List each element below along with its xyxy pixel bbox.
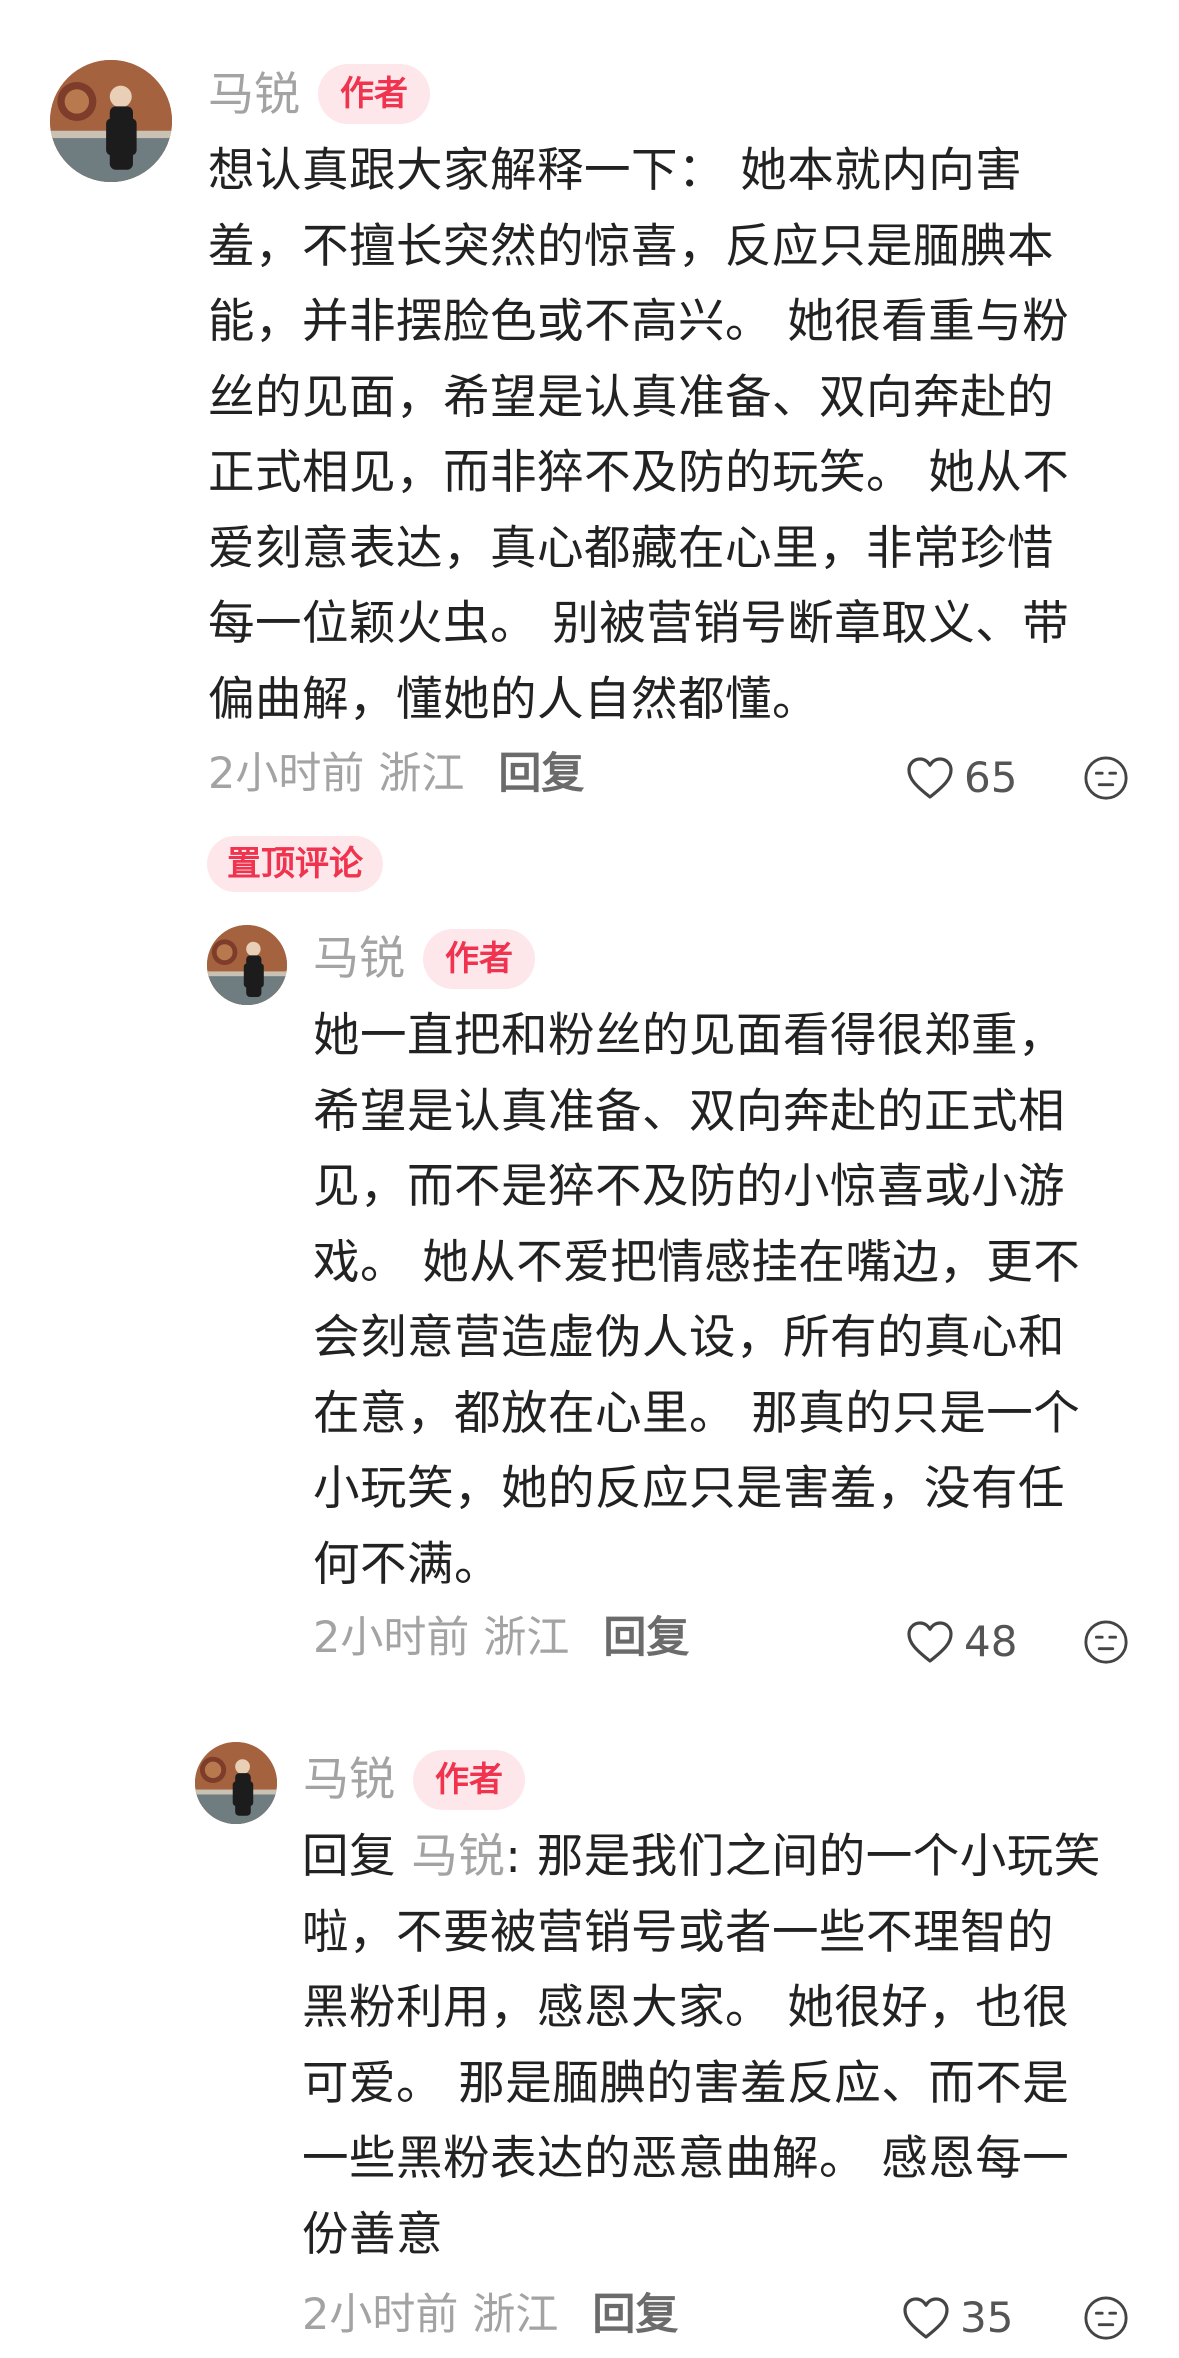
comment-text-rest: 啦，不要被营销号或者一些不理智的 黑粉利用，感恩大家。 她很好，也很 可爱。 那…	[302, 1904, 1070, 2261]
reply-to-user[interactable]: 马锐	[411, 1829, 505, 1883]
author-name[interactable]: 马锐	[208, 66, 300, 122]
avatar-photo	[195, 1742, 277, 1824]
author-badge: 作者	[423, 929, 535, 989]
avatar[interactable]	[50, 60, 172, 182]
comment-location: 浙江	[378, 749, 465, 799]
comment-text: 她一直把和粉丝的见面看得很郑重， 希望是认真准备、双向奔赴的正式相 见，而不是猝…	[313, 1008, 1081, 1591]
emoji-reaction-button[interactable]	[1083, 1619, 1129, 1665]
reply-button[interactable]: 回复	[498, 749, 584, 799]
avatar[interactable]	[207, 925, 287, 1005]
meh-face-icon	[1084, 756, 1128, 800]
comment-location: 浙江	[472, 2290, 559, 2340]
heart-outline-icon	[907, 1621, 953, 1663]
author-badge: 作者	[413, 1750, 525, 1810]
comment-time: 2小时前	[313, 1613, 470, 1663]
reply-prefix: 回复	[302, 1829, 396, 1883]
author-name[interactable]: 马锐	[313, 930, 405, 986]
meh-face-icon	[1084, 2296, 1128, 2340]
avatar-photo	[50, 60, 172, 182]
heart-outline-icon	[903, 2297, 949, 2339]
author-name[interactable]: 马锐	[303, 1751, 395, 1807]
like-button[interactable]: 65	[906, 750, 1017, 806]
emoji-reaction-button[interactable]	[1083, 755, 1129, 801]
reply-button[interactable]: 回复	[592, 2290, 678, 2340]
like-button[interactable]: 35	[902, 2290, 1013, 2346]
emoji-reaction-button[interactable]	[1083, 2295, 1129, 2341]
avatar[interactable]	[195, 1742, 277, 1824]
like-count: 35	[960, 2293, 1014, 2342]
comment-text-first-line: : 那是我们之间的一个小玩笑	[505, 1829, 1101, 1883]
comment-text: 想认真跟大家解释一下： 她本就内向害 羞，不擅长突然的惊喜，反应只是腼腆本 能，…	[208, 143, 1070, 726]
pinned-comment-tag: 置顶评论	[207, 836, 383, 892]
like-count: 48	[964, 1617, 1018, 1666]
comment-meta: 2小时前 浙江 回复	[208, 746, 584, 802]
reply-button[interactable]: 回复	[603, 1613, 689, 1663]
comment-text: 回复 马锐: 那是我们之间的一个小玩笑 啦，不要被营销号或者一些不理智的 黑粉利…	[302, 1819, 1172, 2272]
comment-location: 浙江	[483, 1613, 570, 1663]
like-button[interactable]: 48	[906, 1614, 1017, 1670]
comment-meta: 2小时前 浙江 回复	[302, 2287, 678, 2343]
meh-face-icon	[1084, 1620, 1128, 1664]
avatar-photo	[207, 925, 287, 1005]
comment-time: 2小时前	[302, 2290, 459, 2340]
heart-outline-icon	[907, 757, 953, 799]
author-badge: 作者	[318, 64, 430, 124]
comment-time: 2小时前	[208, 749, 365, 799]
comment-meta: 2小时前 浙江 回复	[313, 1610, 689, 1666]
like-count: 65	[964, 753, 1018, 802]
